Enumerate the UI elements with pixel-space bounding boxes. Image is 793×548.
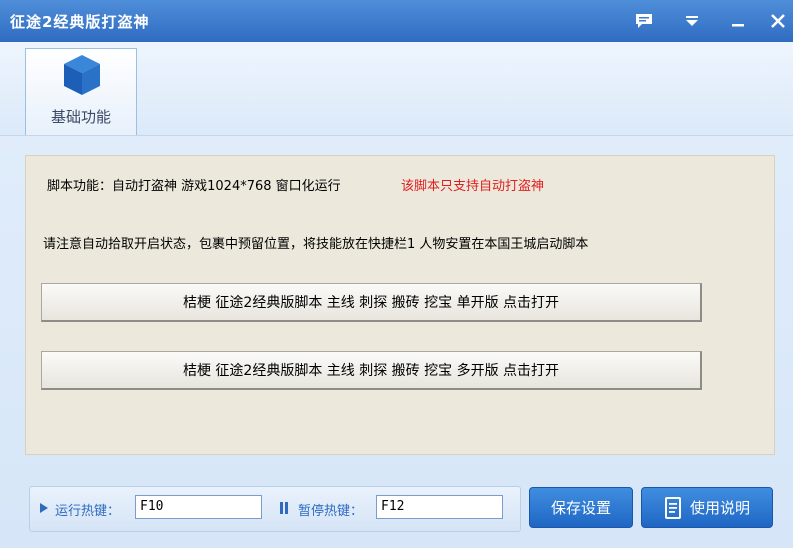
run-hotkey-label: 运行热键： bbox=[55, 504, 121, 519]
run-hotkey-input[interactable]: F10 bbox=[135, 495, 262, 519]
pause-hotkey-label: 暂停热键： bbox=[298, 504, 364, 519]
save-settings-label: 保存设置 bbox=[550, 499, 611, 517]
window-title: 征途2经典版打盗神 bbox=[10, 13, 150, 31]
script-description: 脚本功能：自动打盗神 游戏1024*768 窗口化运行 bbox=[47, 179, 341, 194]
main-panel: 脚本功能：自动打盗神 游戏1024*768 窗口化运行 该脚本只支持自动打盗神 … bbox=[25, 155, 775, 455]
play-icon bbox=[40, 503, 48, 513]
app-window: 征途2经典版打盗神 基础功能 脚本功能：自动打盗神 游戏1024*768 窗口化… bbox=[0, 0, 793, 548]
help-button[interactable]: 使用说明 bbox=[641, 487, 773, 528]
instructions-text: 请注意自动拾取开启状态，包裹中预留位置，将技能放在快捷栏1 人物安置在本国王城启… bbox=[43, 237, 589, 252]
save-settings-button[interactable]: 保存设置 bbox=[529, 487, 633, 528]
minimize-icon[interactable] bbox=[726, 10, 750, 32]
feedback-icon[interactable] bbox=[632, 10, 656, 32]
tab-label: 基础功能 bbox=[50, 108, 111, 126]
menu-dropdown-icon[interactable] bbox=[680, 10, 704, 32]
pause-hotkey-input[interactable]: F12 bbox=[376, 495, 503, 519]
warning-text: 该脚本只支持自动打盗神 bbox=[401, 179, 545, 194]
tab-basic-functions[interactable]: 基础功能 bbox=[25, 48, 137, 135]
pause-icon bbox=[280, 502, 288, 514]
document-icon bbox=[664, 496, 681, 519]
close-icon[interactable] bbox=[766, 10, 790, 32]
open-multi-button[interactable]: 桔梗 征途2经典版脚本 主线 刺探 搬砖 挖宝 多开版 点击打开 bbox=[41, 351, 702, 390]
title-bar[interactable]: 征途2经典版打盗神 bbox=[0, 0, 793, 42]
hotkey-bar: 运行热键： F10 暂停热键： F12 bbox=[29, 486, 521, 532]
open-single-button[interactable]: 桔梗 征途2经典版脚本 主线 刺探 搬砖 挖宝 单开版 点击打开 bbox=[41, 283, 702, 322]
cube-icon bbox=[64, 55, 100, 95]
help-label: 使用说明 bbox=[689, 499, 750, 517]
